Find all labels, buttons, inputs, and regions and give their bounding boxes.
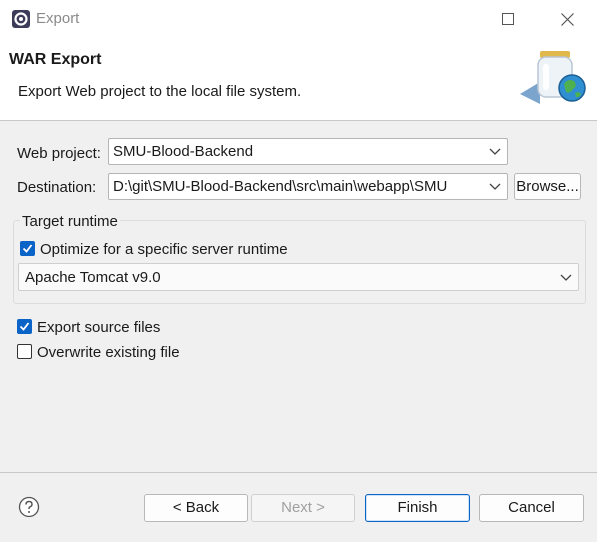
window-title: Export — [36, 10, 80, 27]
close-button[interactable] — [544, 0, 590, 38]
destination-combo[interactable]: D:\git\SMU-Blood-Backend\src\main\webapp… — [108, 173, 508, 200]
chevron-down-icon — [560, 274, 572, 281]
destination-value: D:\git\SMU-Blood-Backend\src\main\webapp… — [113, 178, 448, 195]
gear-icon — [12, 10, 30, 28]
checkmark-icon — [19, 322, 30, 331]
browse-button[interactable]: Browse... — [514, 173, 581, 200]
next-button[interactable]: Next > — [251, 494, 355, 522]
finish-button[interactable]: Finish — [365, 494, 470, 522]
page-title: WAR Export — [9, 51, 102, 68]
help-icon[interactable] — [18, 496, 40, 518]
wizard-banner: WAR Export Export Web project to the loc… — [0, 38, 597, 121]
export-source-label: Export source files — [37, 319, 161, 336]
cancel-button[interactable]: Cancel — [479, 494, 584, 522]
checkmark-icon — [22, 244, 33, 253]
back-button[interactable]: < Back — [144, 494, 248, 522]
export-source-checkbox[interactable] — [17, 319, 32, 334]
maximize-button[interactable] — [485, 0, 531, 38]
web-project-select[interactable]: SMU-Blood-Backend — [108, 138, 508, 165]
page-description: Export Web project to the local file sys… — [18, 83, 302, 100]
web-project-value: SMU-Blood-Backend — [113, 143, 254, 160]
runtime-select[interactable]: Apache Tomcat v9.0 — [18, 263, 579, 291]
footer-separator — [0, 472, 597, 473]
maximize-icon — [502, 13, 514, 25]
runtime-value: Apache Tomcat v9.0 — [25, 269, 161, 286]
target-runtime-group-label: Target runtime — [20, 213, 120, 230]
title-bar: Export — [0, 0, 597, 38]
optimize-runtime-checkbox[interactable] — [20, 241, 35, 256]
close-icon — [560, 12, 574, 26]
chevron-down-icon — [489, 148, 501, 155]
destination-label: Destination: — [17, 179, 97, 196]
overwrite-label: Overwrite existing file — [37, 344, 180, 361]
web-project-label: Web project: — [17, 145, 101, 162]
target-runtime-group — [13, 220, 586, 304]
overwrite-checkbox[interactable] — [17, 344, 32, 359]
optimize-runtime-label: Optimize for a specific server runtime — [40, 241, 288, 258]
chevron-down-icon — [489, 183, 501, 190]
war-jar-globe-icon — [520, 51, 586, 104]
